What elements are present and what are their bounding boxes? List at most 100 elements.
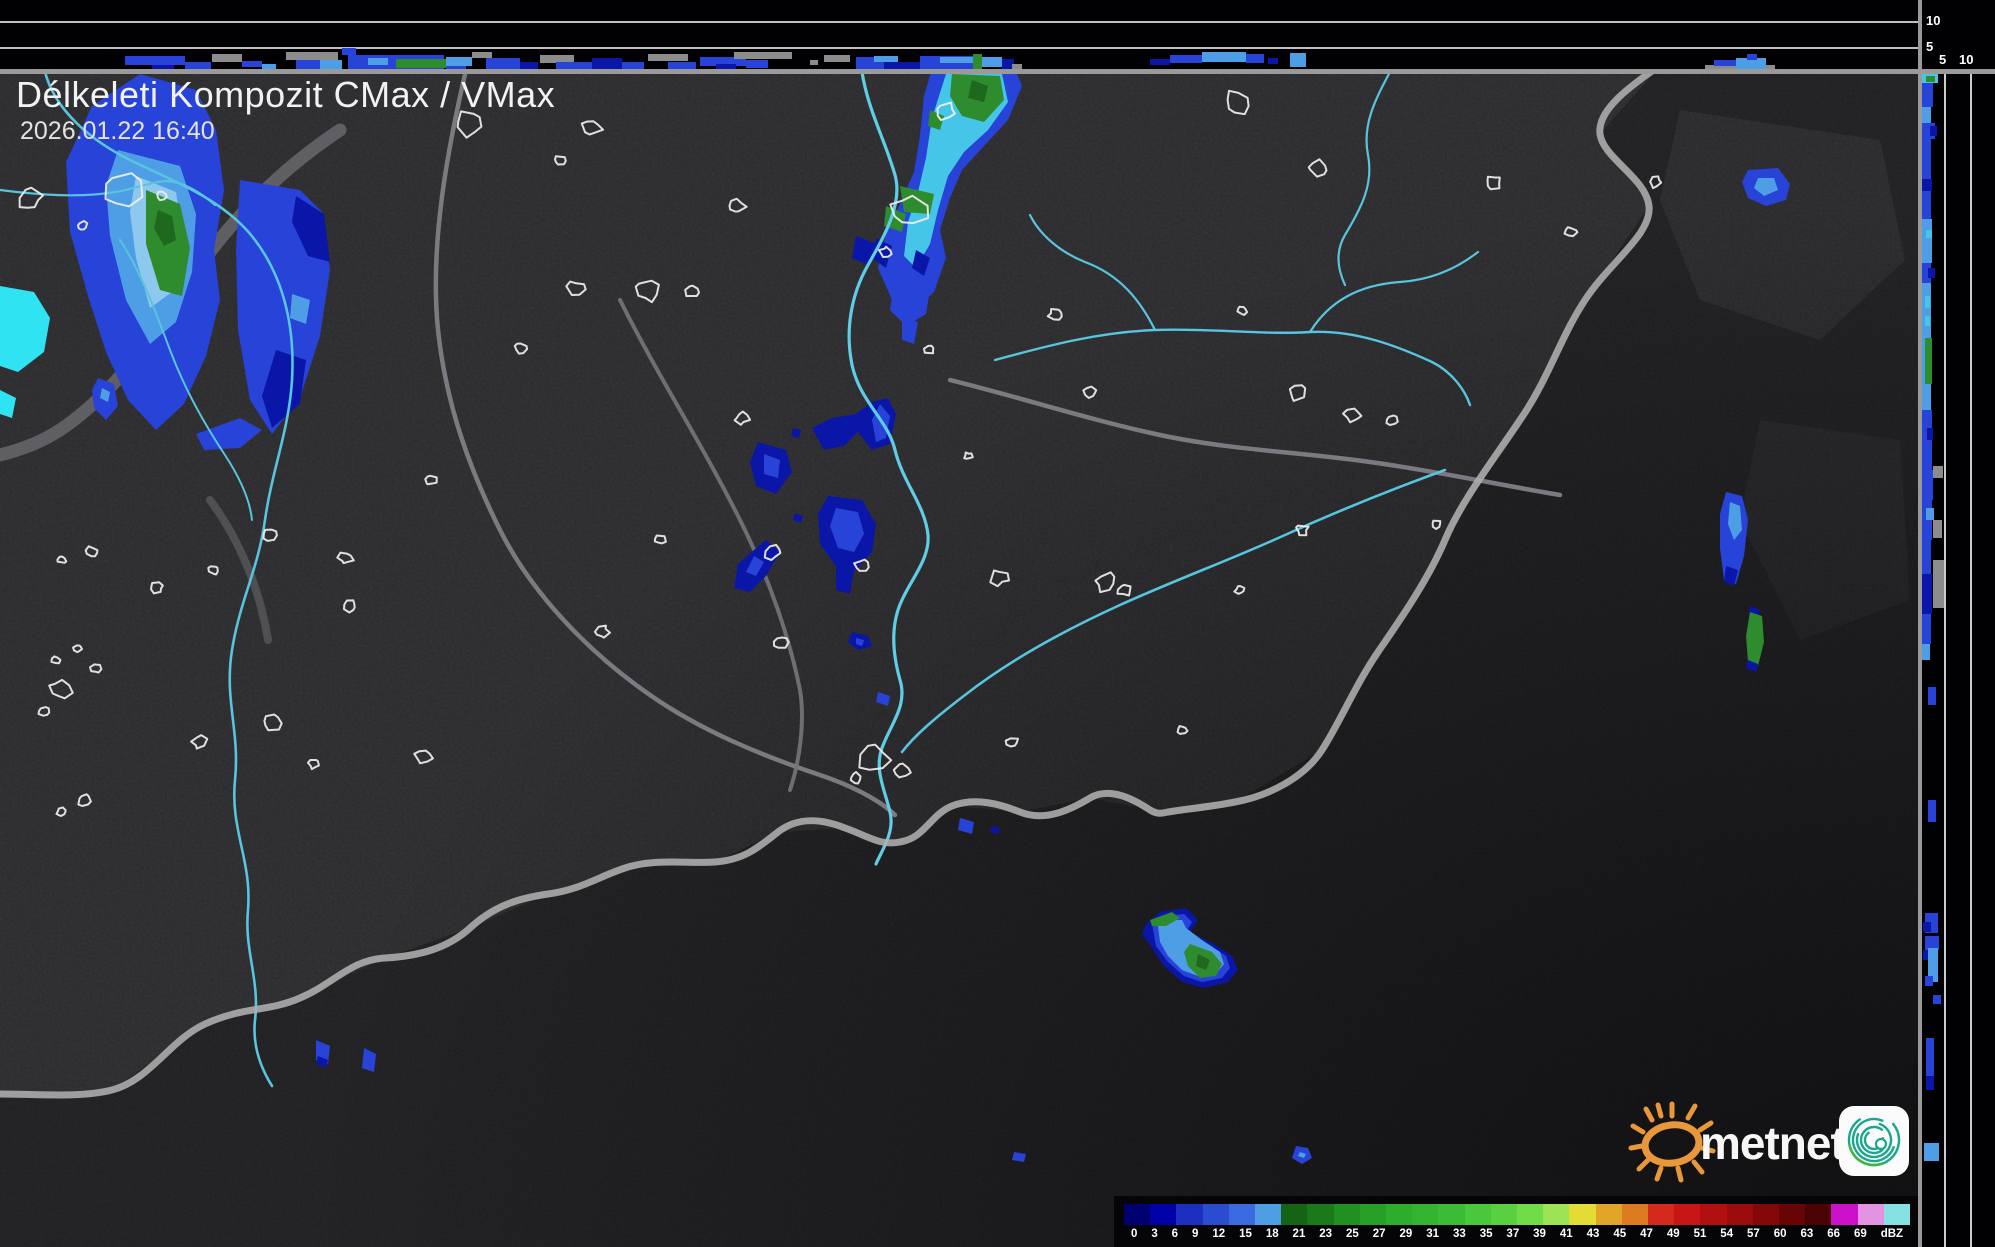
colorbar-tick-label: 54 <box>1713 1228 1740 1242</box>
colorbar-swatch <box>1674 1204 1700 1225</box>
colorbar-swatch <box>1543 1204 1569 1225</box>
colorbar-tick-label: 12 <box>1205 1228 1232 1242</box>
colorbar-swatch <box>1596 1204 1622 1225</box>
profile-echo-block <box>472 52 492 58</box>
profile-echo-block <box>286 52 338 60</box>
profile-echo-block <box>1922 219 1932 263</box>
profile-echo-block <box>1925 976 1933 986</box>
colorbar-tick-label: 66 <box>1820 1228 1847 1242</box>
profile-echo-block <box>1922 179 1932 191</box>
profile-echo-block <box>982 57 1002 67</box>
colorbar-swatch <box>1569 1204 1595 1225</box>
colorbar-swatch <box>1281 1204 1307 1225</box>
timestamp: 2026.01.22 16:40 <box>20 117 215 146</box>
profile-echo-block <box>1922 384 1931 410</box>
profile-echo-block <box>1933 520 1942 538</box>
profile-echo-block <box>1922 574 1932 614</box>
profile-echo-block <box>746 60 768 68</box>
profile-echo-block <box>1922 283 1931 339</box>
profile-echo-block <box>1926 1038 1934 1082</box>
colorbar-tick-label: 63 <box>1794 1228 1821 1242</box>
profile-echo-block <box>810 60 818 65</box>
colorbar-swatch <box>1465 1204 1491 1225</box>
profile-echo-block <box>1924 1143 1939 1161</box>
colorbar-tick-label: 15 <box>1232 1228 1259 1242</box>
colorbar-tick-label: 27 <box>1366 1228 1393 1242</box>
profile-echo-block <box>1930 126 1937 136</box>
profile-echo-block <box>1922 614 1931 644</box>
colorbar-swatch <box>1884 1204 1910 1225</box>
profile-echo-block <box>1170 55 1202 63</box>
colorbar-swatch <box>1412 1204 1438 1225</box>
colorbar-swatch <box>1124 1204 1150 1225</box>
profile-echo-block <box>716 64 736 69</box>
colorbar-swatch <box>1229 1204 1255 1225</box>
colorbar-tick-label: 60 <box>1767 1228 1794 1242</box>
profile-echo-block <box>592 58 622 69</box>
profile-echo-block <box>368 58 388 65</box>
colorbar-tick-label: 0 <box>1124 1228 1144 1242</box>
profile-echo-block <box>1927 428 1933 440</box>
profile-echo-block <box>320 60 342 69</box>
profile-echo-block <box>874 56 898 62</box>
colorbar-swatch <box>1779 1204 1805 1225</box>
colorbar-swatch <box>1517 1204 1543 1225</box>
colorbar-tick-label: 37 <box>1499 1228 1526 1242</box>
colorbar-tick-label: 23 <box>1312 1228 1339 1242</box>
metnet-app-spiral-icon <box>1839 1106 1909 1176</box>
profile-echo-block <box>446 57 472 66</box>
top-axis-label-10km: 10 <box>1926 14 1940 27</box>
colorbar-swatch <box>1491 1204 1517 1225</box>
colorbar-tick-label: 41 <box>1553 1228 1580 1242</box>
colorbar-tick-label: 21 <box>1286 1228 1313 1242</box>
profile-echo-block <box>1246 54 1264 63</box>
colorbar-tick-label: 25 <box>1339 1228 1366 1242</box>
colorbar-swatch <box>1805 1204 1831 1225</box>
colorbar-tick-label: 45 <box>1606 1228 1633 1242</box>
colorbar-swatch <box>1334 1204 1360 1225</box>
colorbar-swatch <box>1386 1204 1412 1225</box>
right-axis-label-10km: 10 <box>1959 53 1973 66</box>
profile-echo-block <box>1926 76 1935 82</box>
colorbar-swatch <box>1700 1204 1726 1225</box>
profile-echo-block <box>296 60 320 69</box>
colorbar-tick-row: 0369121518212325272931333537394143454749… <box>1124 1228 1910 1242</box>
profile-echo-block <box>520 62 538 69</box>
profile-echo-block <box>1922 83 1933 107</box>
colorbar-swatch <box>1150 1204 1176 1225</box>
dbz-colorbar: 0369121518212325272931333537394143454749… <box>1114 1196 1918 1247</box>
colorbar-swatch <box>1360 1204 1386 1225</box>
profile-echo-block <box>1268 58 1278 64</box>
profile-echo-block <box>668 62 696 69</box>
colorbar-tick-label: 47 <box>1633 1228 1660 1242</box>
colorbar-tick-label: 3 <box>1144 1228 1164 1242</box>
vertical-profile-right-panel <box>1922 0 1995 1247</box>
profile-echo-block <box>1922 470 1933 500</box>
profile-echo-block <box>556 62 592 70</box>
profile-echo-block <box>125 56 185 65</box>
profile-echo-block <box>1290 53 1306 67</box>
colorbar-tick-label: 57 <box>1740 1228 1767 1242</box>
profile-echo-block <box>1747 54 1757 60</box>
profile-echo-block <box>486 58 520 69</box>
colorbar-swatch <box>1255 1204 1281 1225</box>
profile-echo-block <box>262 64 276 69</box>
profile-echo-block <box>1714 60 1738 66</box>
profile-echo-block <box>824 55 850 62</box>
profile-echo-block <box>1922 644 1930 660</box>
colorbar-tick-label: 31 <box>1419 1228 1446 1242</box>
colorbar-tick-label: 49 <box>1660 1228 1687 1242</box>
panel-separator-vertical <box>1918 0 1922 1247</box>
profile-echo-block <box>540 55 574 63</box>
profile-echo-block <box>1925 296 1930 308</box>
colorbar-swatch <box>1858 1204 1884 1225</box>
profile-echo-block <box>973 54 982 70</box>
colorbar-tick-label: 69 <box>1847 1228 1874 1242</box>
profile-echo-block <box>396 59 446 68</box>
map-area <box>0 0 1920 1247</box>
profile-echo-block <box>1928 687 1936 705</box>
colorbar-swatch-row <box>1124 1204 1910 1225</box>
profile-echo-block <box>884 62 922 70</box>
profile-echo-block <box>940 57 974 63</box>
colorbar-swatch <box>1307 1204 1333 1225</box>
